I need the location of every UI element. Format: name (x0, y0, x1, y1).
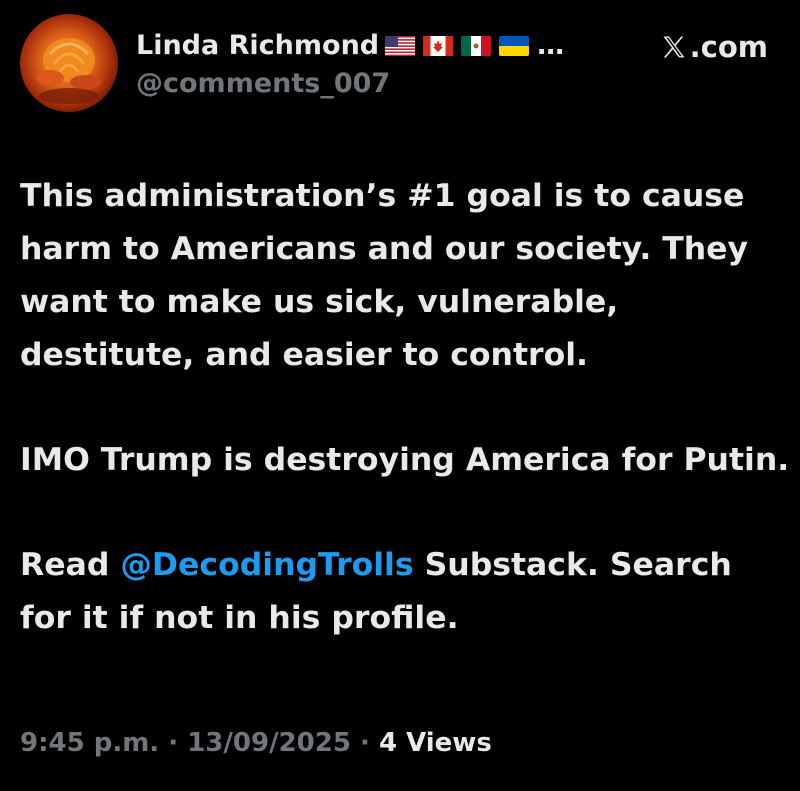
mention-link[interactable]: @DecodingTrolls (120, 547, 413, 583)
tweet-header: Linda Richmond … @comments_007 .com (20, 14, 780, 114)
x-logo-icon (663, 36, 685, 58)
name-truncation-ellipsis: … (537, 30, 565, 61)
tweet-paragraph: This administration’s #1 goal is to caus… (20, 178, 749, 373)
flag-emojis (385, 35, 530, 56)
meta-separator: · (359, 728, 370, 758)
mexico-flag-icon (461, 35, 492, 56)
ukraine-flag-icon (499, 35, 530, 56)
author-name[interactable]: Linda Richmond (136, 30, 379, 61)
tweet-meta: 9:45 p.m. · 13/09/2025 · 4 Views (20, 728, 492, 758)
tweet-paragraph-with-mention: Read @DecodingTrolls Substack. Search fo… (20, 539, 790, 645)
tweet-date[interactable]: 13/09/2025 (187, 728, 351, 758)
views-label: Views (406, 728, 492, 758)
views-count: 4 (378, 728, 398, 758)
avatar[interactable] (20, 14, 118, 112)
tweet-body: This administration’s #1 goal is to caus… (20, 170, 790, 645)
read-prefix: Read (20, 547, 110, 583)
source-label: .com (660, 30, 768, 64)
meta-separator: · (168, 728, 179, 758)
us-flag-icon (385, 35, 416, 56)
tweet-time[interactable]: 9:45 p.m. (20, 728, 159, 758)
tweet-paragraph: IMO Trump is destroying America for Puti… (20, 442, 790, 478)
tangerine-image (36, 38, 102, 104)
author-handle[interactable]: @comments_007 (136, 68, 390, 99)
canada-flag-icon (423, 35, 454, 56)
source-domain: .com (689, 30, 768, 64)
author-name-row[interactable]: Linda Richmond … (136, 30, 564, 61)
